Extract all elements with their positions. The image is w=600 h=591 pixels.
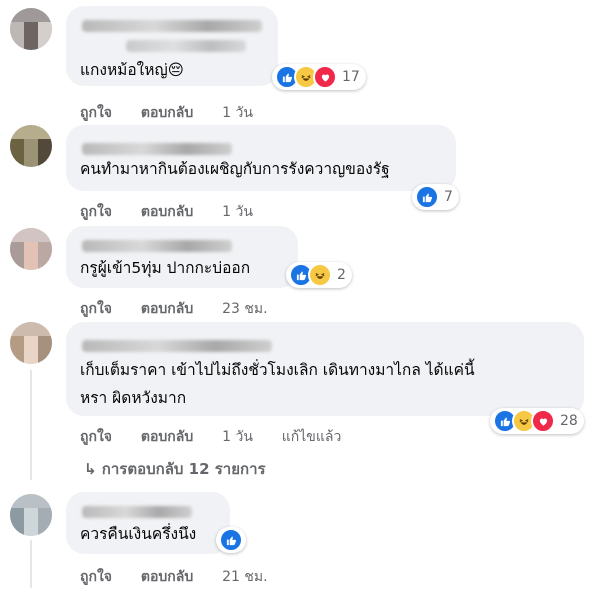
reaction-summary[interactable]: 7: [412, 184, 459, 210]
commenter-name[interactable]: [82, 20, 262, 32]
commenter-name[interactable]: [82, 143, 232, 155]
reaction-summary[interactable]: [216, 527, 246, 553]
reaction-summary[interactable]: 2: [286, 262, 352, 288]
timestamp[interactable]: 1 วัน: [222, 429, 253, 445]
avatar[interactable]: [10, 125, 52, 167]
comment-bubble: แกงหม้อใหญ่😔: [66, 6, 278, 86]
reaction-summary[interactable]: 28: [490, 408, 584, 434]
reaction-summary[interactable]: 17: [272, 64, 366, 90]
reaction-count: 7: [444, 189, 453, 205]
comment-actions: ถูกใจ ตอบกลับ 23 ชม.: [80, 298, 292, 320]
view-replies-link[interactable]: ↳ การตอบกลับ 12 รายการ: [84, 457, 266, 481]
commenter-name[interactable]: [82, 506, 192, 518]
comment-actions: ถูกใจ ตอบกลับ 1 วัน แก้ไขแล้ว: [80, 426, 365, 448]
reply-button[interactable]: ตอบกลับ: [141, 105, 193, 121]
edited-label[interactable]: แก้ไขแล้ว: [282, 429, 342, 445]
reaction-count: 28: [560, 413, 578, 429]
comment-actions: ถูกใจ ตอบกลับ 1 วัน: [80, 102, 277, 124]
reaction-count: 2: [337, 267, 346, 283]
reaction-count: 17: [342, 69, 360, 85]
comment-text: ควรคืนเงินครึ่งนึง: [80, 525, 197, 543]
comment-text: แกงหม้อใหญ่😔: [80, 61, 184, 79]
commenter-name[interactable]: [82, 240, 232, 252]
avatar[interactable]: [10, 322, 52, 364]
reply-button[interactable]: ตอบกลับ: [141, 569, 193, 585]
comment-bubble: กรูผู้เข้า5ทุ่ม ปากกะบ่ออก: [66, 226, 298, 288]
love-reaction-icon: [531, 409, 555, 433]
commenter-name[interactable]: [82, 340, 272, 352]
like-button[interactable]: ถูกใจ: [80, 204, 112, 220]
comment-bubble: เก็บเต็มราคา เข้าไปไม่ถึงชั่วโมงเลิก เดิ…: [66, 322, 584, 416]
comment-bubble: คนทำมาหากินต้องเผชิญกับการรังควาญของรัฐ: [66, 125, 456, 191]
avatar[interactable]: [10, 8, 52, 50]
thread-line: [30, 370, 32, 480]
thread-line: [30, 540, 32, 588]
timestamp[interactable]: 1 วัน: [222, 204, 253, 220]
love-reaction-icon: [313, 65, 337, 89]
avatar[interactable]: [10, 228, 52, 270]
like-reaction-icon: [415, 185, 439, 209]
reply-button[interactable]: ตอบกลับ: [141, 204, 193, 220]
comment-text: หรา ผิดหวังมาก: [80, 389, 187, 407]
reply-button[interactable]: ตอบกลับ: [141, 301, 193, 317]
commenter-name: [126, 40, 246, 52]
like-button[interactable]: ถูกใจ: [80, 105, 112, 121]
comment-text: คนทำมาหากินต้องเผชิญกับการรังควาญของรัฐ: [80, 160, 390, 178]
comment-text: เก็บเต็มราคา เข้าไปไม่ถึงชั่วโมงเลิก เดิ…: [80, 361, 475, 379]
like-button[interactable]: ถูกใจ: [80, 429, 112, 445]
like-button[interactable]: ถูกใจ: [80, 569, 112, 585]
comment-actions: ถูกใจ ตอบกลับ 21 ชม.: [80, 566, 292, 588]
reply-button[interactable]: ตอบกลับ: [141, 429, 193, 445]
like-reaction-icon: [219, 528, 243, 552]
timestamp[interactable]: 21 ชม.: [222, 569, 267, 585]
like-button[interactable]: ถูกใจ: [80, 301, 112, 317]
comment-actions: ถูกใจ ตอบกลับ 1 วัน: [80, 201, 277, 223]
avatar[interactable]: [10, 494, 52, 536]
timestamp[interactable]: 23 ชม.: [222, 301, 267, 317]
timestamp[interactable]: 1 วัน: [222, 105, 253, 121]
haha-reaction-icon: [308, 263, 332, 287]
comment-text: กรูผู้เข้า5ทุ่ม ปากกะบ่ออก: [80, 259, 251, 277]
comment-bubble: ควรคืนเงินครึ่งนึง: [66, 492, 230, 554]
